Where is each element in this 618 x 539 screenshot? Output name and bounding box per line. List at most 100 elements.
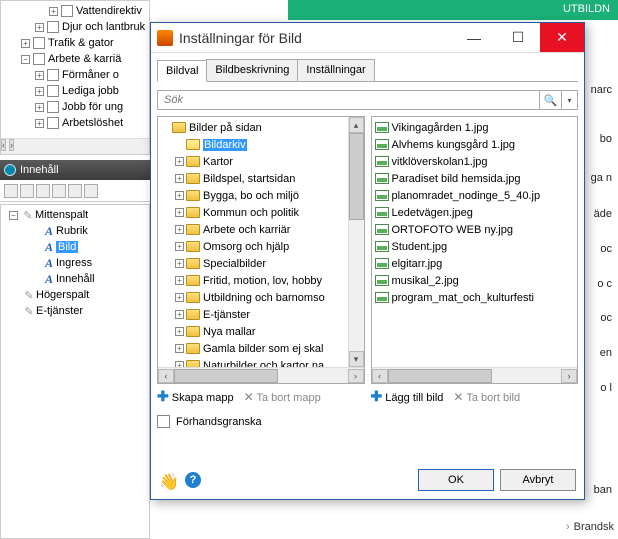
add-image-action[interactable]: ✚ Lägg till bild xyxy=(371,388,444,405)
scroll-left-icon[interactable]: ‹ xyxy=(1,139,6,151)
tab-bildbeskrivning[interactable]: Bildbeskrivning xyxy=(206,59,298,81)
search-dropdown[interactable]: ▾ xyxy=(562,90,578,110)
file-item[interactable]: vitklöverskolan1.jpg xyxy=(374,153,576,170)
folder-hscroll[interactable]: ‹› xyxy=(158,367,364,383)
structure-item[interactable]: AIngress xyxy=(3,255,147,271)
accessibility-icon[interactable]: 👋 xyxy=(159,472,179,488)
file-item[interactable]: elgitarr.jpg xyxy=(374,255,576,272)
expand-icon[interactable]: + xyxy=(35,71,44,80)
structure-tree[interactable]: −✎MittenspaltARubrikABildAIngressAInnehå… xyxy=(0,204,150,539)
expand-icon[interactable]: + xyxy=(175,157,184,166)
expand-icon[interactable]: + xyxy=(175,225,184,234)
scroll-right-icon[interactable]: › xyxy=(9,139,14,151)
folder-item[interactable]: +Arbete och karriär xyxy=(160,221,348,238)
folder-item[interactable]: +Nya mallar xyxy=(160,323,348,340)
expand-icon[interactable]: − xyxy=(9,211,18,220)
folder-item[interactable]: +Specialbilder xyxy=(160,255,348,272)
expand-icon[interactable]: + xyxy=(175,344,184,353)
toolbar-icon[interactable] xyxy=(84,184,98,198)
file-item[interactable]: planomradet_nodinge_5_40.jp xyxy=(374,187,576,204)
expand-icon[interactable]: + xyxy=(175,191,184,200)
structure-item[interactable]: ✎Högerspalt xyxy=(3,287,147,303)
folder-item[interactable]: +Naturbilder och kartor na xyxy=(160,357,348,367)
expand-icon[interactable]: − xyxy=(21,55,30,64)
site-tree-item[interactable]: −Arbete & karriä xyxy=(3,51,147,67)
folder-list-pane[interactable]: Bilder på sidanBildarkiv+Kartor+Bildspel… xyxy=(157,116,365,384)
close-button[interactable]: ✕ xyxy=(540,23,584,52)
expand-icon[interactable]: + xyxy=(175,208,184,217)
toolbar-icon[interactable] xyxy=(4,184,18,198)
folder-item[interactable]: +Utbildning och barnomso xyxy=(160,289,348,306)
site-tree-item[interactable]: +Förmåner o xyxy=(3,67,147,83)
expand-icon[interactable]: + xyxy=(49,7,58,16)
file-item[interactable]: Ledetvägen.jpeg xyxy=(374,204,576,221)
expand-icon[interactable]: + xyxy=(175,174,184,183)
file-item[interactable]: Paradiset bild hemsida.jpg xyxy=(374,170,576,187)
file-item[interactable]: ORTOFOTO WEB ny.jpg xyxy=(374,221,576,238)
expand-icon[interactable]: + xyxy=(175,310,184,319)
expand-icon[interactable]: + xyxy=(175,242,184,251)
site-tree-item[interactable]: +Trafik & gator xyxy=(3,35,147,51)
folder-item[interactable]: +Kartor xyxy=(160,153,348,170)
folder-vscroll[interactable]: ▴ ▾ xyxy=(348,117,364,367)
folder-item[interactable]: +Bildspel, startsidan xyxy=(160,170,348,187)
expand-icon[interactable]: + xyxy=(175,276,184,285)
site-tree-item[interactable]: +Djur och lantbruk xyxy=(3,19,147,35)
help-icon[interactable]: ? xyxy=(185,472,201,488)
file-list-pane[interactable]: Vikingagården 1.jpgAlvhems kungsgård 1.j… xyxy=(371,116,579,384)
site-tree-item[interactable]: +Arbetslöshet xyxy=(3,115,147,131)
file-item[interactable]: musikal_2.jpg xyxy=(374,272,576,289)
site-tree[interactable]: +Vattendirektiv+Djur och lantbruk+Trafik… xyxy=(0,0,150,155)
tab-installningar[interactable]: Inställningar xyxy=(297,59,374,81)
structure-item[interactable]: ARubrik xyxy=(3,223,147,239)
folder-item[interactable]: +Omsorg och hjälp xyxy=(160,238,348,255)
file-item[interactable]: Student.jpg xyxy=(374,238,576,255)
delete-folder-action[interactable]: ✕ Ta bort mapp xyxy=(244,390,321,404)
structure-item[interactable]: −✎Mittenspalt xyxy=(3,207,147,223)
expand-icon[interactable]: + xyxy=(35,23,44,32)
site-tree-hscroll[interactable]: ‹ › xyxy=(1,138,149,154)
file-item[interactable]: Alvhems kungsgård 1.jpg xyxy=(374,136,576,153)
folder-item[interactable]: +Fritid, motion, lov, hobby xyxy=(160,272,348,289)
folder-item[interactable]: +Bygga, bo och miljö xyxy=(160,187,348,204)
file-hscroll[interactable]: ‹› xyxy=(372,367,578,383)
folder-item[interactable]: Bildarkiv xyxy=(160,136,348,153)
scroll-up-icon[interactable]: ▴ xyxy=(349,117,364,133)
scroll-down-icon[interactable]: ▾ xyxy=(349,351,364,367)
minimize-button[interactable]: — xyxy=(452,23,496,52)
search-button[interactable]: 🔍 xyxy=(540,90,562,110)
toolbar-icon[interactable] xyxy=(20,184,34,198)
search-input[interactable] xyxy=(157,90,540,110)
expand-icon[interactable]: + xyxy=(35,87,44,96)
page-icon xyxy=(47,117,59,129)
expand-icon[interactable]: + xyxy=(21,39,30,48)
expand-icon[interactable]: + xyxy=(175,293,184,302)
toolbar-icon[interactable] xyxy=(36,184,50,198)
expand-icon[interactable]: + xyxy=(35,103,44,112)
expand-icon[interactable]: + xyxy=(175,259,184,268)
delete-image-action[interactable]: ✕ Ta bort bild xyxy=(453,390,520,404)
preview-checkbox[interactable] xyxy=(157,415,170,428)
ok-button[interactable]: OK xyxy=(418,469,494,491)
structure-item[interactable]: AInnehåll xyxy=(3,271,147,287)
expand-icon[interactable]: + xyxy=(175,327,184,336)
site-tree-item[interactable]: +Jobb för ung xyxy=(3,99,147,115)
structure-item[interactable]: ABild xyxy=(3,239,147,255)
create-folder-action[interactable]: ✚ Skapa mapp xyxy=(157,388,234,405)
cancel-button[interactable]: Avbryt xyxy=(500,469,576,491)
dialog-titlebar[interactable]: Inställningar för Bild — ☐ ✕ xyxy=(151,23,584,53)
site-tree-item[interactable]: +Lediga jobb xyxy=(3,83,147,99)
folder-item[interactable]: +E-tjänster xyxy=(160,306,348,323)
structure-item[interactable]: ✎E-tjänster xyxy=(3,303,147,319)
folder-item[interactable]: Bilder på sidan xyxy=(160,119,348,136)
maximize-button[interactable]: ☐ xyxy=(496,23,540,52)
tab-bildval[interactable]: Bildval xyxy=(157,60,207,82)
expand-icon[interactable]: + xyxy=(35,119,44,128)
toolbar-icon[interactable] xyxy=(52,184,66,198)
file-item[interactable]: Vikingagården 1.jpg xyxy=(374,119,576,136)
site-tree-item[interactable]: +Vattendirektiv xyxy=(3,3,147,19)
toolbar-icon[interactable] xyxy=(68,184,82,198)
folder-item[interactable]: +Kommun och politik xyxy=(160,204,348,221)
folder-item[interactable]: +Gamla bilder som ej skal xyxy=(160,340,348,357)
file-item[interactable]: program_mat_och_kulturfesti xyxy=(374,289,576,306)
